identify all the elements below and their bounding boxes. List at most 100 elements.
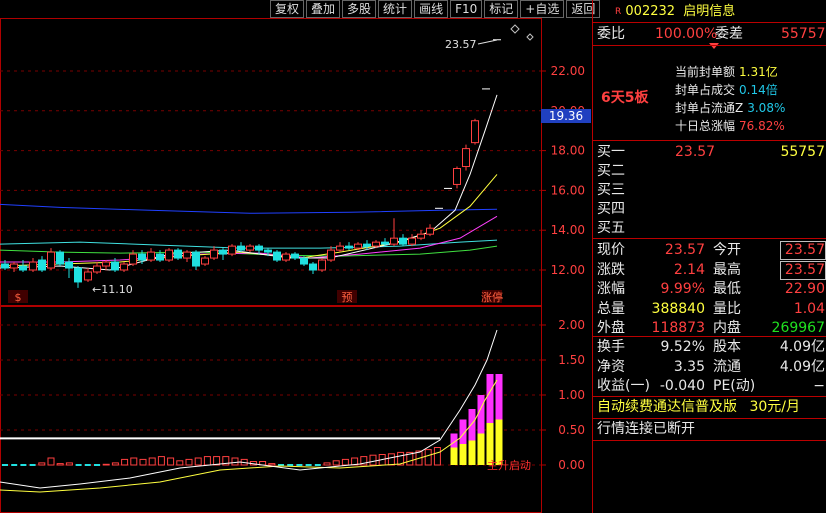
price-tick-label: 18.00 [551, 144, 585, 158]
toolbar-button[interactable]: 复权 [270, 0, 305, 18]
candle-body [363, 243, 371, 247]
quote-label: 量比 [713, 300, 741, 317]
indicator-bar [47, 457, 55, 466]
indicator-bar [139, 458, 147, 466]
price-tick-label: 12.00 [551, 263, 585, 277]
fund-label: 股本 [713, 339, 741, 355]
candle-body [255, 245, 263, 251]
high-arrow [477, 39, 498, 45]
toolbar-button[interactable]: 统计 [378, 0, 413, 18]
indicator-axis: 2.00 1.50 1.00 0.50 0.00 [541, 318, 585, 472]
price-chart-frame [0, 18, 542, 306]
quote-value: 23.57 [664, 242, 705, 258]
indicator-bar [167, 457, 175, 466]
indicator-yellow-bar [450, 447, 458, 465]
indicator-bar [332, 460, 340, 466]
quote-label: 涨幅 [597, 281, 625, 297]
indicator-bar [203, 456, 211, 466]
chart-toolbar: 复权 叠加 多股 统计 画线 F10 标记 +自选 返回 [270, 0, 601, 18]
toolbar-button[interactable]: +自选 [520, 0, 565, 18]
candle-body [129, 253, 137, 265]
quote-value: 269967 [771, 320, 825, 336]
price-tick-label: 14.00 [551, 223, 585, 237]
indicator-bar [65, 462, 73, 466]
quote-label: 外盘 [597, 320, 625, 336]
quote-label: 涨跌 [597, 261, 625, 278]
indicator-bar [387, 453, 395, 466]
toolbar-button[interactable]: 多股 [342, 0, 377, 18]
indicator-magenta-bar [477, 395, 485, 434]
candle-body [183, 251, 191, 259]
candle-body [10, 263, 18, 269]
candle-body [417, 233, 425, 239]
seal-line: 十日总涨幅 76.82% [675, 116, 785, 136]
candle-body [19, 265, 27, 271]
quote-value: 388840 [651, 300, 705, 317]
candle-body [219, 249, 227, 255]
indicator-bar [323, 462, 331, 466]
ad-banner[interactable]: 自动续费通达信普及版 30元/月 [597, 397, 800, 417]
candle-body [192, 251, 200, 267]
main-rise-label: 主升启动 [487, 459, 531, 472]
candle-body [264, 249, 272, 253]
candle-body [102, 261, 110, 267]
indicator-bar [130, 457, 138, 466]
candle-body [147, 251, 155, 261]
orderbook-label: 买四 [597, 201, 625, 217]
diamond-icon [526, 33, 534, 41]
high-price-label: 23.57 [445, 38, 477, 51]
indicator-magenta-bar [486, 374, 494, 423]
price-axis: 22.0020.0018.0016.0014.0012.0019.36 [541, 64, 591, 277]
ratio-value: 100.00% [655, 26, 718, 42]
indicator-yellow-bar [468, 440, 476, 465]
fund-label: 流通 [713, 358, 741, 375]
candle-body [453, 168, 461, 185]
candle-body [390, 237, 398, 245]
indicator-bar [424, 449, 432, 466]
seal-value: 0.14倍 [739, 83, 778, 97]
fund-value: 9.52% [660, 339, 705, 355]
candle-body [318, 259, 326, 271]
candle-body [381, 241, 389, 245]
price-tick-label: 16.00 [551, 183, 585, 197]
indicator-bar [102, 463, 110, 466]
candle-body [300, 257, 308, 265]
toolbar-button[interactable]: 标记 [484, 0, 519, 18]
stock-header: R 002232 启明信息 [615, 2, 735, 22]
price-tick-label: 22.00 [551, 64, 585, 78]
fund-label: 收益(一) [597, 378, 650, 394]
toolbar-button[interactable]: 叠加 [306, 0, 341, 18]
orderbook-price: 23.57 [675, 144, 716, 160]
quote-value: 118873 [651, 320, 705, 336]
orderbook-label: 买五 [597, 220, 625, 236]
candle-body [462, 148, 470, 168]
toolbar-button[interactable]: 画线 [414, 0, 449, 18]
candle-body [120, 263, 128, 271]
indicator-bar [369, 454, 377, 466]
quote-panel: R 002232 启明信息 委比 100.00% 委差 55757 6天5板 当… [592, 0, 826, 513]
quote-label: 内盘 [713, 320, 741, 336]
orderbook-volume: 55757 [780, 144, 825, 160]
seal-line: 封单占成交 0.14倍 [675, 80, 778, 100]
ma-magenta-line [0, 215, 498, 263]
orderbook-label: 买三 [597, 182, 625, 198]
candle-body [156, 253, 164, 261]
candle-body [138, 253, 146, 261]
candle-body [1, 263, 9, 269]
seal-line: 封单占流通Z 3.08% [675, 98, 785, 118]
fund-label: 换手 [597, 339, 625, 355]
indicator-bar [341, 458, 349, 466]
candle-body [273, 251, 281, 261]
candle-body [282, 253, 290, 261]
candle-body [210, 249, 218, 259]
candle-body [174, 249, 182, 259]
indicator-bar [268, 463, 276, 466]
toolbar-button[interactable]: F10 [450, 0, 483, 18]
seal-value: 3.08% [747, 101, 786, 115]
quote-value: 9.99% [660, 281, 705, 297]
indicator-tick-label: 0.00 [558, 458, 585, 472]
indicator-tick-label: 1.50 [558, 353, 585, 367]
indicator-yellow-bar [459, 444, 467, 465]
quote-label: 今开 [713, 242, 741, 258]
chart-area[interactable]: 22.0020.0018.0016.0014.0012.0019.36 主升启动… [0, 0, 592, 513]
